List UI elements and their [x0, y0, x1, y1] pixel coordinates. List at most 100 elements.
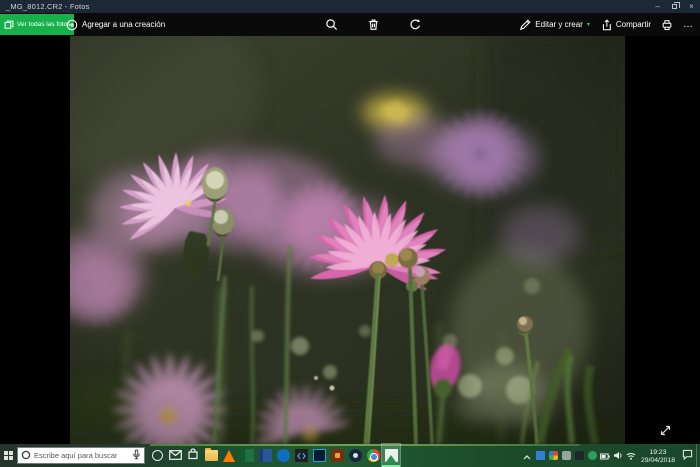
edit-create-button[interactable]: Editar y crear ▾	[514, 13, 595, 36]
maximize-button[interactable]	[666, 0, 683, 13]
system-tray: 19:23 29/04/2018	[521, 444, 700, 467]
photos-app-icon	[385, 449, 398, 462]
minimize-button[interactable]: –	[649, 0, 666, 13]
rotate-button[interactable]	[394, 13, 436, 36]
wifi-icon	[626, 448, 636, 463]
edit-create-icon	[519, 19, 531, 31]
tray-camera-app[interactable]	[560, 444, 572, 467]
zoom-icon	[325, 18, 338, 31]
volume-icon	[613, 448, 623, 463]
window-controls: – ×	[649, 0, 700, 13]
windows-logo-icon	[4, 451, 13, 460]
folder-icon	[205, 450, 218, 461]
taskbar-app-word[interactable]	[256, 444, 274, 467]
excel-icon	[241, 449, 254, 462]
taskbar-app-photoshop[interactable]	[310, 444, 328, 467]
photo-canvas	[70, 36, 625, 444]
add-circle-icon	[66, 19, 78, 31]
center-tools	[310, 13, 436, 36]
share-icon	[600, 19, 612, 31]
print-button[interactable]	[656, 13, 678, 36]
task-view-icon	[152, 450, 163, 461]
desktop: _MG_8012.CR2 - Fotos – × Ver todas las f…	[0, 0, 700, 467]
taskbar-app-task-view[interactable]	[148, 444, 166, 467]
dark-app-icon	[575, 451, 584, 460]
clock[interactable]: 19:23 29/04/2018	[638, 444, 678, 467]
taskbar-app-steam[interactable]	[346, 444, 364, 467]
taskbar-app-chrome[interactable]	[364, 444, 382, 467]
add-to-creation-button[interactable]: Agregar a una creación	[62, 13, 169, 36]
command-bar: Ver todas las fotos Agregar a una creaci…	[0, 13, 700, 36]
battery-icon	[600, 448, 610, 463]
chevron-up-icon	[523, 448, 531, 463]
show-desktop-button[interactable]	[696, 444, 699, 467]
taskbar-app-vlc[interactable]	[220, 444, 238, 467]
taskbar-app-mail[interactable]	[166, 444, 184, 467]
chrome-icon	[367, 449, 380, 462]
close-icon: ×	[689, 2, 694, 11]
tray-dark-app[interactable]	[573, 444, 585, 467]
start-button[interactable]	[0, 444, 17, 467]
titlebar: _MG_8012.CR2 - Fotos – ×	[0, 0, 700, 13]
tray-volume[interactable]	[612, 444, 624, 467]
edit-create-label: Editar y crear	[535, 20, 583, 29]
mail-icon	[169, 448, 182, 463]
color-app-icon	[549, 451, 558, 460]
microphone-icon[interactable]	[132, 447, 141, 465]
chevron-down-icon: ▾	[587, 21, 590, 28]
fullscreen-icon	[660, 424, 671, 439]
minimize-icon: –	[655, 2, 659, 11]
code-editor-icon	[295, 449, 308, 462]
photo-collection-icon	[4, 20, 14, 30]
word-icon	[259, 449, 272, 462]
cortana-icon	[21, 447, 31, 465]
store-bag-icon	[187, 448, 199, 463]
taskbar-app-premiere[interactable]	[328, 444, 346, 467]
right-tools: Editar y crear ▾ Compartir …	[514, 13, 698, 36]
print-icon	[661, 19, 673, 31]
tray-battery[interactable]	[599, 444, 611, 467]
photoshop-icon	[313, 449, 326, 462]
taskbar-app-edge[interactable]	[274, 444, 292, 467]
share-label: Compartir	[616, 20, 651, 29]
premiere-icon	[331, 449, 344, 462]
hidden-icons-button[interactable]	[521, 444, 533, 467]
taskbar: 19:23 29/04/2018	[0, 444, 700, 467]
edge-icon	[277, 449, 290, 462]
notification-bubble-icon	[682, 448, 693, 463]
add-to-creation-label: Agregar a una creación	[82, 20, 165, 29]
share-button[interactable]: Compartir	[595, 13, 656, 36]
clock-time: 19:23	[638, 449, 678, 457]
zoom-button[interactable]	[310, 13, 352, 36]
status-dot-icon	[588, 451, 597, 460]
vlc-cone-icon	[223, 450, 235, 462]
tray-status-app[interactable]	[586, 444, 598, 467]
camera-icon	[562, 451, 571, 460]
clock-date: 29/04/2018	[638, 457, 678, 465]
tray-color-app[interactable]	[547, 444, 559, 467]
search-input[interactable]	[34, 451, 129, 460]
steam-icon	[349, 449, 362, 462]
ellipsis-icon: …	[683, 19, 693, 30]
taskbar-app-store[interactable]	[184, 444, 202, 467]
restore-icon	[672, 4, 677, 9]
taskbar-app-code-editor[interactable]	[292, 444, 310, 467]
taskbar-app-file-explorer[interactable]	[202, 444, 220, 467]
action-center-button[interactable]	[679, 444, 695, 467]
photo-viewer	[0, 36, 700, 444]
rotate-icon	[409, 18, 422, 31]
close-button[interactable]: ×	[683, 0, 700, 13]
tray-blue-app[interactable]	[534, 444, 546, 467]
taskbar-search	[17, 447, 145, 464]
tray-network[interactable]	[625, 444, 637, 467]
blue-app-icon	[536, 451, 545, 460]
fullscreen-button[interactable]	[658, 424, 672, 438]
daisies-photo	[70, 36, 625, 444]
taskbar-app-excel[interactable]	[238, 444, 256, 467]
taskbar-app-photos-active[interactable]	[382, 444, 400, 467]
window-title: _MG_8012.CR2 - Fotos	[0, 2, 90, 11]
see-more-button[interactable]: …	[678, 20, 698, 30]
taskbar-apps	[148, 444, 400, 467]
trash-icon	[367, 18, 380, 31]
delete-button[interactable]	[352, 13, 394, 36]
